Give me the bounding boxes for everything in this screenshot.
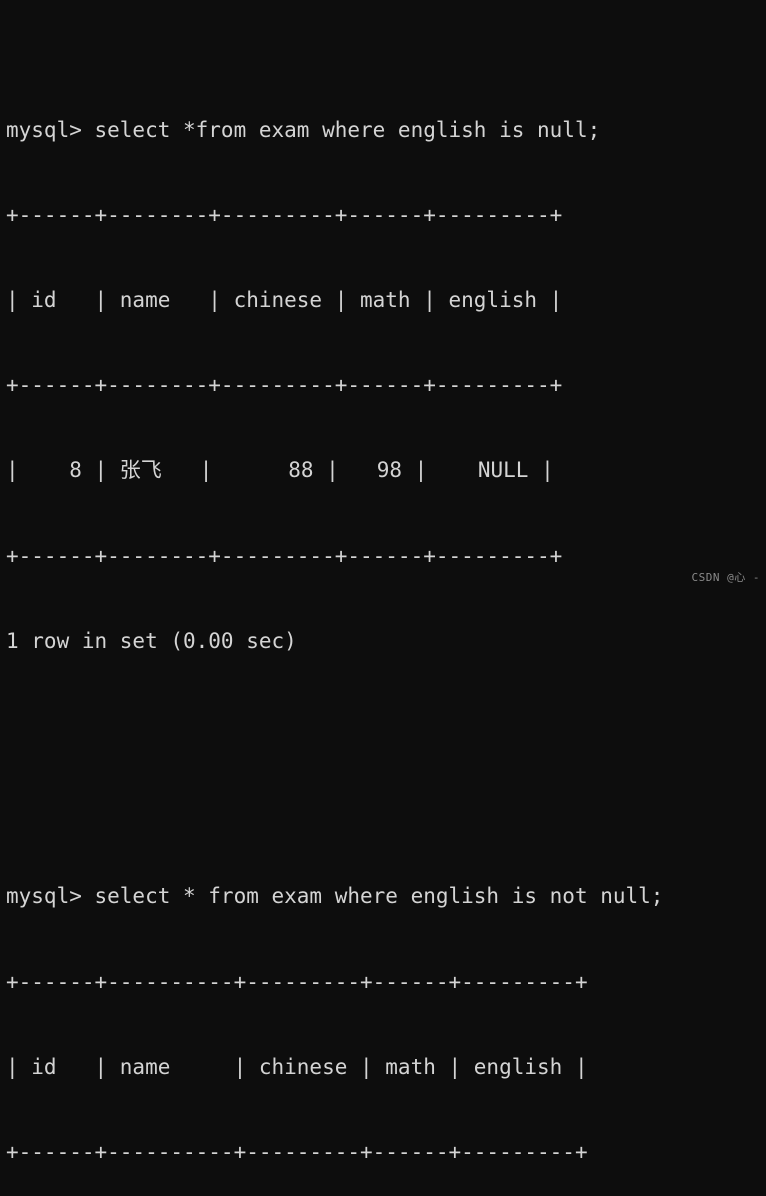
terminal-window[interactable]: mysql> select *from exam where english i… <box>0 0 766 1164</box>
table-separator-mid-1: +------+--------+---------+------+------… <box>6 373 563 398</box>
table-separator-mid-2: +------+----------+---------+------+----… <box>6 1140 588 1165</box>
command-line-2: mysql> select * from exam where english … <box>6 884 664 909</box>
table-separator-bottom-1: +------+--------+---------+------+------… <box>6 543 563 568</box>
table-separator-top-2: +------+----------+---------+------+----… <box>6 969 588 994</box>
table-header-row-2: | id | name | chinese | math | english | <box>6 1054 588 1079</box>
table-row: | 8 | 张飞 | 88 | 98 | NULL | <box>6 458 554 483</box>
table-separator-top-1: +------+--------+---------+------+------… <box>6 202 563 227</box>
table-header-row-1: | id | name | chinese | math | english | <box>6 288 563 313</box>
command-line-1: mysql> select *from exam where english i… <box>6 117 601 142</box>
csdn-watermark: CSDN @心 - <box>691 570 760 584</box>
status-line-1: 1 row in set (0.00 sec) <box>6 628 297 653</box>
